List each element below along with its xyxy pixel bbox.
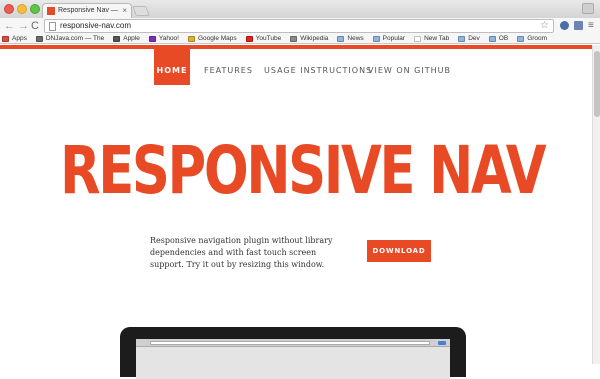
bookmark-item[interactable]: DNJava.com — The: [35, 34, 105, 43]
profile-button[interactable]: [582, 3, 594, 14]
bookmark-icon: [458, 35, 466, 42]
bookmark-icon: [337, 35, 345, 42]
bookmark-item[interactable]: Apps: [2, 34, 27, 43]
site-navigation: HOME FEATURES USAGE INSTRUCTIONS VIEW ON…: [0, 49, 592, 85]
hero-title: RESPONSIVE NAV: [60, 132, 547, 209]
bookmarks-bar: Apps DNJava.com — The Apple Yahoo! Google Ma…: [0, 34, 600, 44]
laptop-browser-bar: [136, 339, 450, 347]
window-close-button[interactable]: [4, 4, 14, 14]
bookmark-item[interactable]: Groom: [517, 34, 547, 43]
bookmark-star-icon[interactable]: ☆: [540, 20, 549, 32]
bookmark-icon: [517, 35, 525, 42]
browser-toolbar: ← → C responsive-nav.com ☆ ≡: [0, 18, 600, 34]
nav-home-link[interactable]: HOME: [154, 49, 190, 85]
bookmark-item[interactable]: News: [337, 34, 364, 43]
bookmark-icon: [113, 35, 121, 42]
bookmark-item[interactable]: Wikipedia: [290, 34, 328, 43]
bookmark-item[interactable]: Popular: [372, 34, 406, 43]
new-tab-button[interactable]: [132, 6, 150, 16]
chrome-menu-icon[interactable]: ≡: [588, 20, 594, 32]
tab-title: Responsive Nav — Respo: [58, 7, 120, 14]
bookmark-label: Popular: [382, 35, 406, 42]
bookmark-label: New Tab: [424, 35, 450, 42]
tab-close-icon[interactable]: ×: [122, 5, 127, 16]
browser-titlebar: Responsive Nav — Respo ×: [0, 0, 600, 18]
laptop-preview-image: [120, 327, 466, 379]
bookmark-icon: [290, 35, 298, 42]
bookmark-icon: [372, 35, 380, 42]
bookmark-icon: [35, 35, 43, 42]
nav-features-link[interactable]: FEATURES: [204, 49, 252, 85]
bookmark-item[interactable]: Dev: [458, 34, 480, 43]
address-bar-url[interactable]: responsive-nav.com: [60, 20, 131, 32]
nav-view-on-github-link[interactable]: VIEW ON GITHUB: [368, 49, 450, 85]
laptop-button-icon: [438, 341, 446, 345]
bookmark-icon: [488, 35, 496, 42]
reload-icon[interactable]: C: [31, 19, 39, 33]
bookmark-icon: [148, 35, 156, 42]
bookmark-item[interactable]: Yahoo!: [148, 34, 179, 43]
laptop-screen: [136, 339, 450, 379]
bookmark-icon: [245, 35, 253, 42]
browser-tab-active[interactable]: Responsive Nav — Respo ×: [42, 3, 132, 18]
page-scrollbar[interactable]: [592, 45, 600, 364]
scrollbar-thumb[interactable]: [594, 51, 600, 117]
bookmark-label: Groom: [527, 35, 548, 42]
laptop-address-bar: [150, 341, 430, 345]
bookmark-label: Apple: [123, 35, 140, 42]
extension-globe-icon[interactable]: [560, 21, 569, 30]
download-button[interactable]: DOWNLOAD: [367, 240, 431, 262]
bookmark-label: OB: [498, 35, 509, 42]
bookmark-item[interactable]: Google Maps: [187, 34, 237, 43]
bookmark-label: Yahoo!: [158, 35, 179, 42]
nav-usage-instructions-link[interactable]: USAGE INSTRUCTIONS: [264, 49, 371, 85]
forward-arrow-icon[interactable]: →: [18, 19, 29, 33]
bookmark-item[interactable]: Apple: [113, 34, 140, 43]
page-icon: [49, 22, 56, 31]
bookmark-label: Dev: [468, 35, 480, 42]
responsive-nav-favicon-icon: [47, 7, 55, 15]
extension-box-icon[interactable]: [574, 21, 583, 30]
bookmark-label: Wikipedia: [300, 35, 329, 42]
window-minimize-button[interactable]: [17, 4, 27, 14]
window-maximize-button[interactable]: [30, 4, 40, 14]
bookmark-item[interactable]: New Tab: [414, 34, 449, 43]
web-page: HOME FEATURES USAGE INSTRUCTIONS VIEW ON…: [0, 49, 592, 379]
bookmark-icon: [2, 35, 9, 42]
bookmark-item[interactable]: YouTube: [245, 34, 282, 43]
bookmark-label: News: [347, 35, 364, 42]
back-arrow-icon[interactable]: ←: [4, 19, 15, 33]
bookmark-label: DNJava.com — The: [45, 35, 105, 42]
bookmark-label: Google Maps: [197, 35, 237, 42]
plugin-description: Responsive navigation plugin without lib…: [150, 236, 333, 269]
address-bar[interactable]: responsive-nav.com ☆: [44, 19, 554, 33]
bookmark-item[interactable]: OB: [488, 34, 509, 43]
bookmark-icon: [414, 35, 422, 42]
bookmark-label: Apps: [12, 35, 27, 42]
bookmark-icon: [187, 35, 195, 42]
bookmark-label: YouTube: [255, 35, 282, 42]
